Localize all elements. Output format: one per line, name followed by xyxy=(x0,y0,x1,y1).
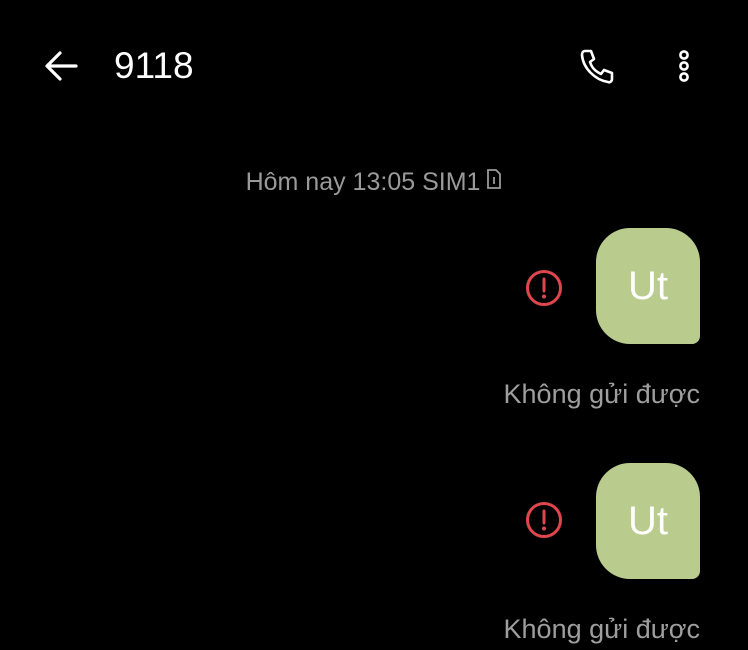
message-text: Ut xyxy=(628,263,668,308)
sim-card-icon xyxy=(486,165,502,197)
timestamp-text: Hôm nay 13:05 SIM1 xyxy=(245,168,481,196)
error-alert-icon[interactable] xyxy=(524,268,564,308)
error-alert-icon[interactable] xyxy=(524,500,564,540)
sent-message-bubble[interactable]: Ut xyxy=(596,463,700,579)
call-button[interactable] xyxy=(574,44,618,88)
message-text: Ut xyxy=(628,498,668,543)
sent-message-bubble[interactable]: Ut xyxy=(596,228,700,344)
back-button[interactable] xyxy=(40,44,84,88)
phone-icon xyxy=(580,49,614,84)
arrow-left-icon xyxy=(45,51,78,81)
top-app-bar: 9118 xyxy=(0,0,748,130)
message-status: Không gửi được xyxy=(503,379,700,409)
more-options-button[interactable] xyxy=(662,44,706,88)
conversation-timestamp: Hôm nay 13:05 SIM1 xyxy=(0,166,748,198)
more-vertical-icon xyxy=(679,50,689,82)
conversation-title: 9118 xyxy=(114,45,194,86)
message-status: Không gửi được xyxy=(503,614,700,644)
